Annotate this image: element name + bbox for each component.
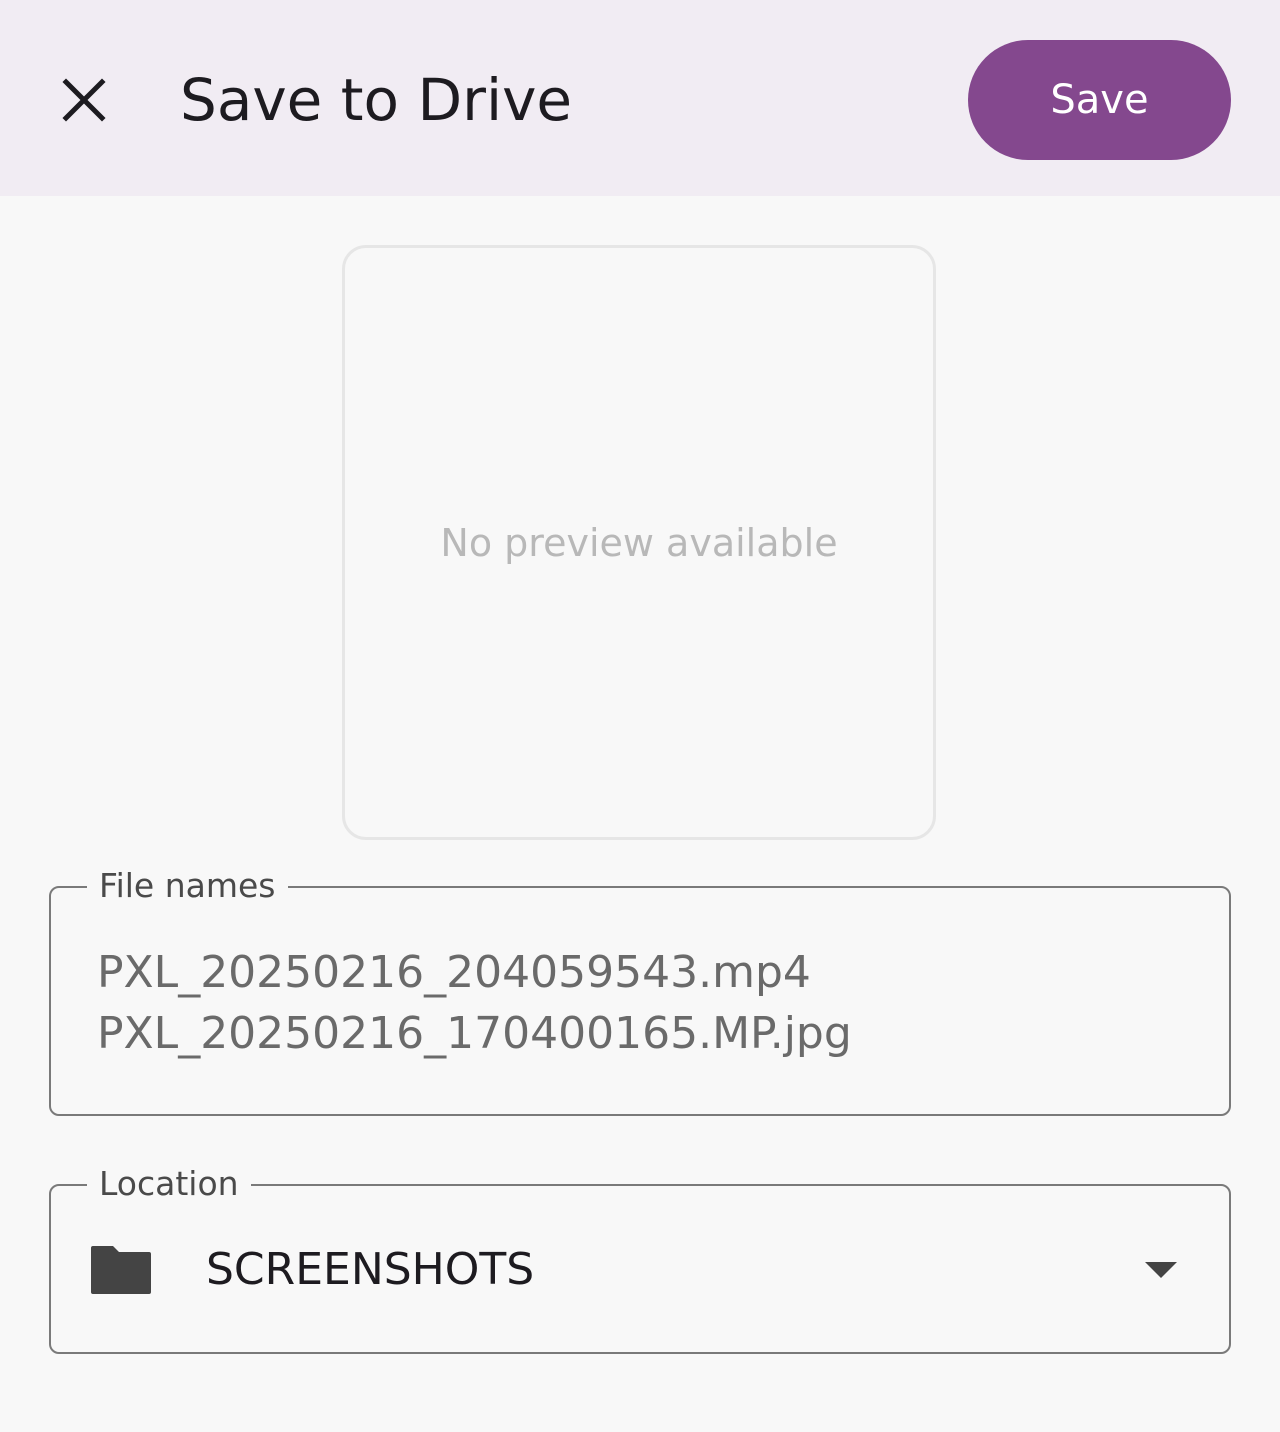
- file-name-item: PXL_20250216_204059543.mp4: [97, 947, 811, 998]
- top-app-bar: Save to Drive Save: [0, 0, 1280, 196]
- save-button[interactable]: Save: [968, 40, 1231, 160]
- save-to-drive-dialog: Save to Drive Save No preview available …: [0, 0, 1280, 1432]
- file-names-label: File names: [87, 866, 288, 906]
- file-name-item: PXL_20250216_170400165.MP.jpg: [97, 1008, 852, 1059]
- folder-icon: [91, 1246, 151, 1294]
- close-icon: [62, 78, 106, 122]
- close-button[interactable]: [52, 68, 116, 132]
- preview-area: No preview available: [342, 245, 936, 840]
- location-value: SCREENSHOTS: [206, 1244, 535, 1295]
- dropdown-arrow-icon[interactable]: [1141, 1258, 1181, 1282]
- location-select[interactable]: Location SCREENSHOTS: [49, 1164, 1231, 1354]
- page-title: Save to Drive: [180, 66, 573, 134]
- file-names-list: PXL_20250216_204059543.mp4 PXL_20250216_…: [97, 942, 852, 1064]
- preview-message: No preview available: [440, 520, 838, 565]
- location-label: Location: [87, 1164, 251, 1204]
- file-names-field[interactable]: File names PXL_20250216_204059543.mp4 PX…: [49, 866, 1231, 1116]
